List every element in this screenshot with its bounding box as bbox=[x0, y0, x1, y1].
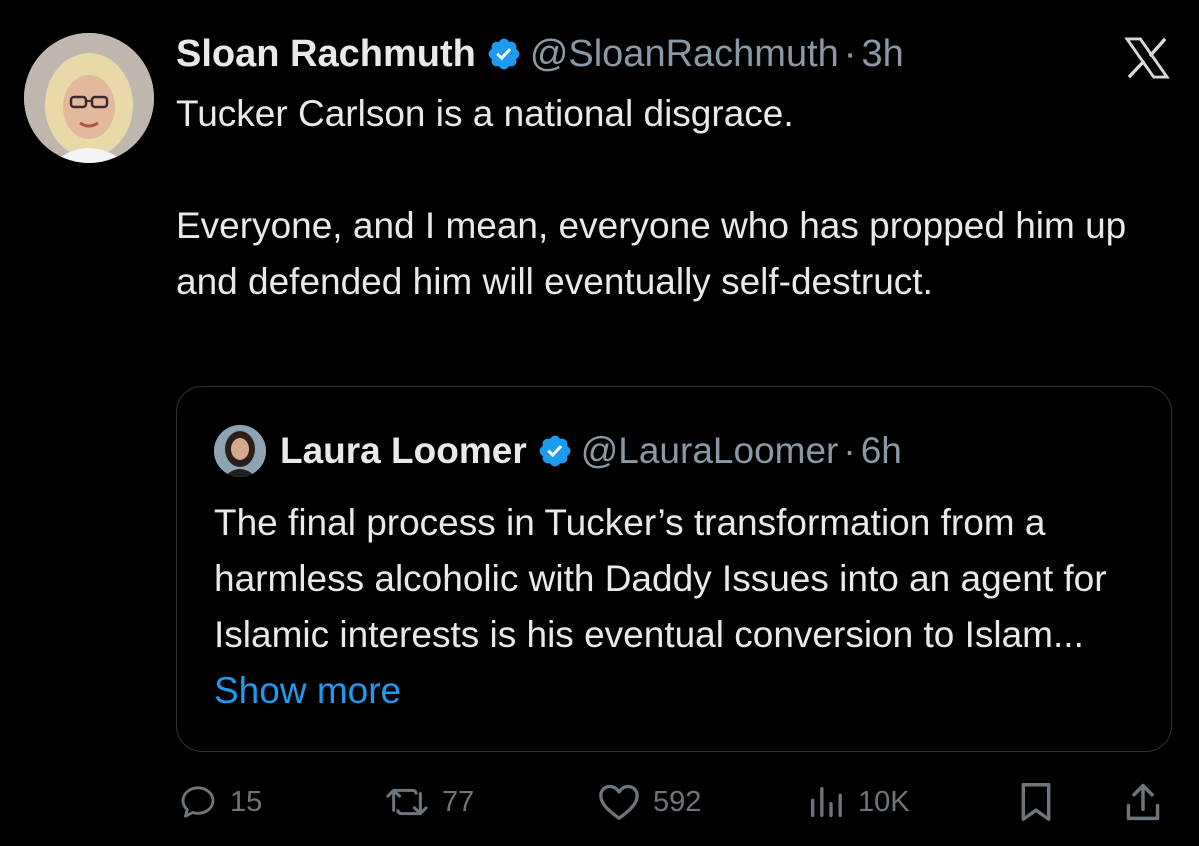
quoted-author-handle[interactable]: @LauraLoomer bbox=[581, 425, 839, 477]
quoted-post[interactable]: Laura Loomer @LauraLoomer · 6h The final… bbox=[176, 386, 1172, 752]
bookmark-icon bbox=[1021, 782, 1051, 821]
views-button[interactable]: 10K bbox=[806, 776, 910, 828]
quoted-post-text: The final process in Tucker’s transforma… bbox=[214, 495, 1144, 719]
separator-dot: · bbox=[843, 33, 857, 75]
view-count: 10K bbox=[858, 785, 910, 818]
separator-dot: · bbox=[843, 430, 856, 471]
post-paragraph: Tucker Carlson is a national disgrace. bbox=[176, 93, 794, 134]
reply-count: 15 bbox=[230, 785, 263, 818]
views-icon bbox=[811, 787, 842, 817]
quoted-post-timestamp[interactable]: 6h bbox=[861, 425, 902, 477]
quoted-post-header: Laura Loomer @LauraLoomer · 6h bbox=[214, 425, 902, 477]
bookmark-button[interactable] bbox=[1016, 776, 1056, 828]
quoted-post-body: The final process in Tucker’s transforma… bbox=[214, 502, 1107, 655]
action-bar: 15 77 592 10K bbox=[0, 776, 1199, 828]
reply-icon bbox=[181, 786, 215, 818]
post-paragraph: Everyone, and I mean, everyone who has p… bbox=[176, 205, 1137, 302]
show-more-link[interactable]: Show more bbox=[214, 670, 401, 711]
heart-icon bbox=[599, 784, 639, 820]
post-text: Tucker Carlson is a national disgrace. E… bbox=[176, 86, 1166, 310]
quoted-author-avatar[interactable] bbox=[214, 425, 266, 477]
share-button[interactable] bbox=[1123, 776, 1163, 828]
like-count: 592 bbox=[653, 785, 702, 818]
share-icon bbox=[1126, 783, 1160, 821]
author-avatar-image bbox=[24, 33, 154, 163]
author-name[interactable]: Sloan Rachmuth bbox=[176, 28, 476, 80]
repost-count: 77 bbox=[442, 785, 475, 818]
like-button[interactable]: 592 bbox=[597, 776, 701, 828]
repost-button[interactable]: 77 bbox=[384, 776, 474, 828]
verified-badge-icon bbox=[539, 435, 571, 467]
author-avatar[interactable] bbox=[24, 33, 154, 163]
verified-badge-icon bbox=[488, 38, 520, 70]
post-timestamp[interactable]: 3h bbox=[861, 28, 903, 80]
post-paragraph-spacer bbox=[176, 142, 1166, 198]
quoted-author-avatar-image bbox=[214, 425, 266, 477]
reply-button[interactable]: 15 bbox=[178, 776, 262, 828]
quoted-author-name[interactable]: Laura Loomer bbox=[280, 425, 527, 477]
author-handle[interactable]: @SloanRachmuth bbox=[530, 28, 839, 80]
x-logo-icon bbox=[1124, 37, 1170, 79]
post-header: Sloan Rachmuth @SloanRachmuth · 3h bbox=[176, 28, 904, 80]
repost-icon bbox=[386, 788, 428, 816]
